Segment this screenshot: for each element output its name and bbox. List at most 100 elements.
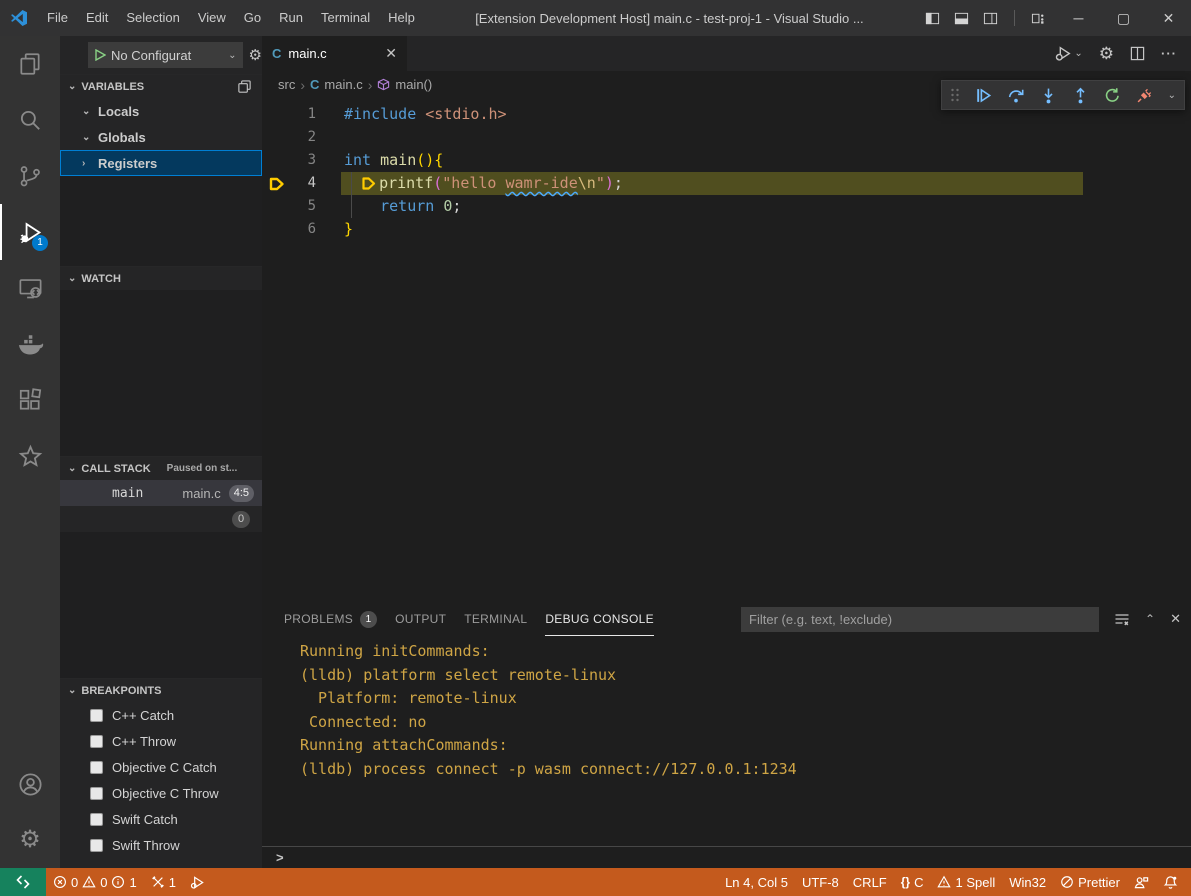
debug-status[interactable] bbox=[183, 868, 212, 896]
chevron-down-icon[interactable]: ⌄ bbox=[1168, 90, 1176, 101]
breakpoint-row[interactable]: C++ Catch bbox=[60, 702, 262, 728]
customize-layout-icon[interactable] bbox=[1031, 11, 1046, 26]
debug-console-output[interactable]: Running initCommands:(lldb) platform sel… bbox=[262, 636, 1191, 846]
panel-tab-debug-console[interactable]: DEBUG CONSOLE bbox=[545, 602, 654, 636]
maximize-button[interactable]: ▢ bbox=[1101, 0, 1146, 36]
code-editor[interactable]: 1#include <stdio.h>23int main(){4 printf… bbox=[262, 98, 1191, 602]
code-line[interactable]: 2 bbox=[262, 126, 1191, 149]
call-stack-section-header[interactable]: ⌄ CALL STACK Paused on st... bbox=[60, 456, 262, 480]
eol-indicator[interactable]: CRLF bbox=[846, 868, 894, 896]
run-or-debug-icon[interactable]: ⌄ bbox=[1055, 45, 1082, 62]
menu-item-terminal[interactable]: Terminal bbox=[312, 0, 379, 36]
code-text: printf("hello wamr-ide\n"); bbox=[341, 172, 1083, 195]
feedback-button[interactable] bbox=[1127, 868, 1156, 896]
close-tab-icon[interactable]: ✕ bbox=[385, 45, 397, 62]
variables-item-locals[interactable]: ⌄Locals bbox=[60, 98, 262, 124]
settings-button[interactable]: ⚙ bbox=[0, 812, 60, 868]
menu-item-view[interactable]: View bbox=[189, 0, 235, 36]
code-line[interactable]: 6} bbox=[262, 218, 1191, 241]
toggle-sidebar-icon[interactable] bbox=[925, 11, 940, 26]
tab-label: main.c bbox=[288, 46, 385, 61]
tools-status[interactable]: 1 bbox=[144, 868, 183, 896]
step-out-button[interactable] bbox=[1072, 87, 1089, 104]
remote-indicator[interactable] bbox=[0, 868, 46, 896]
panel-tab-terminal[interactable]: TERMINAL bbox=[464, 602, 527, 636]
code-line[interactable]: 3int main(){ bbox=[262, 149, 1191, 172]
close-panel-icon[interactable]: ✕ bbox=[1170, 611, 1181, 627]
problems-status[interactable]: 0 0 1 bbox=[46, 868, 144, 896]
step-into-button[interactable] bbox=[1040, 87, 1057, 104]
step-over-button[interactable] bbox=[1007, 87, 1025, 104]
tab-main-c[interactable]: C main.c ✕ bbox=[262, 36, 407, 71]
panel-tab-output[interactable]: OUTPUT bbox=[395, 602, 446, 636]
sidebar-item-run-debug[interactable]: 1 bbox=[0, 204, 60, 260]
status-bar-right: Ln 4, Col 5 UTF-8 CRLF {} C 1 Spell Win3… bbox=[718, 868, 1191, 896]
checkbox-unchecked[interactable] bbox=[90, 735, 103, 748]
sidebar-item-source-control[interactable] bbox=[0, 148, 60, 204]
menu-item-edit[interactable]: Edit bbox=[77, 0, 117, 36]
sidebar-item-star[interactable] bbox=[0, 428, 60, 484]
breakpoint-row[interactable]: C++ Throw bbox=[60, 728, 262, 754]
debug-console-input[interactable]: > bbox=[262, 846, 1191, 868]
variables-section-header[interactable]: ⌄ VARIABLES bbox=[60, 74, 262, 98]
menu-item-go[interactable]: Go bbox=[235, 0, 270, 36]
gutter-space bbox=[262, 218, 288, 241]
code-line[interactable]: 5 return 0; bbox=[262, 195, 1191, 218]
settings-gear-icon[interactable]: ⚙ bbox=[1099, 45, 1114, 62]
breadcrumb-symbol[interactable]: main() bbox=[395, 77, 432, 92]
launch-config-dropdown[interactable]: No Configurat ⌄ bbox=[88, 42, 243, 68]
variables-item-registers[interactable]: ›Registers bbox=[60, 150, 262, 176]
sidebar-item-docker[interactable] bbox=[0, 316, 60, 372]
checkbox-unchecked[interactable] bbox=[90, 709, 103, 722]
toggle-panel-icon[interactable] bbox=[954, 11, 969, 26]
sidebar-item-explorer[interactable] bbox=[0, 36, 60, 92]
breadcrumb-folder[interactable]: src bbox=[278, 77, 295, 92]
breakpoint-row[interactable]: Objective C Catch bbox=[60, 754, 262, 780]
stack-frame-row[interactable]: main main.c 4:5 bbox=[60, 480, 262, 506]
restart-button[interactable] bbox=[1104, 87, 1121, 104]
minimize-button[interactable]: ─ bbox=[1056, 0, 1101, 36]
close-button[interactable]: ✕ bbox=[1146, 0, 1191, 36]
clear-console-icon[interactable] bbox=[1114, 611, 1130, 627]
encoding-indicator[interactable]: UTF-8 bbox=[795, 868, 846, 896]
prettier-status[interactable]: Prettier bbox=[1053, 868, 1127, 896]
account-icon bbox=[17, 771, 44, 798]
breakpoint-row[interactable]: Swift Throw bbox=[60, 832, 262, 858]
checkbox-unchecked[interactable] bbox=[90, 813, 103, 826]
checkbox-unchecked[interactable] bbox=[90, 761, 103, 774]
watch-section-header[interactable]: ⌄ WATCH bbox=[60, 266, 262, 290]
code-token: int bbox=[344, 149, 380, 172]
maximize-panel-icon[interactable]: ⌃ bbox=[1145, 612, 1155, 626]
toolbar-drag-grip[interactable] bbox=[950, 87, 960, 103]
continue-button[interactable] bbox=[975, 87, 992, 104]
split-editor-icon[interactable] bbox=[1130, 46, 1145, 61]
sidebar-item-remote-explorer[interactable] bbox=[0, 260, 60, 316]
language-mode[interactable]: {} C bbox=[894, 868, 931, 896]
account-button[interactable] bbox=[0, 756, 60, 812]
toggle-secondary-sidebar-icon[interactable] bbox=[983, 11, 998, 26]
sidebar-item-search[interactable] bbox=[0, 92, 60, 148]
code-line[interactable]: 4 printf("hello wamr-ide\n"); bbox=[262, 172, 1191, 195]
menu-item-help[interactable]: Help bbox=[379, 0, 424, 36]
breakpoint-row[interactable]: Swift Catch bbox=[60, 806, 262, 832]
breadcrumb-file[interactable]: main.c bbox=[324, 77, 362, 92]
open-launch-json-gear-icon[interactable]: ⚙ bbox=[249, 48, 262, 63]
spell-checker-status[interactable]: 1 Spell bbox=[930, 868, 1002, 896]
more-actions-icon[interactable]: ··· bbox=[1161, 46, 1177, 61]
menu-item-run[interactable]: Run bbox=[270, 0, 312, 36]
menu-item-file[interactable]: File bbox=[38, 0, 77, 36]
menu-item-selection[interactable]: Selection bbox=[117, 0, 188, 36]
copy-icon[interactable] bbox=[237, 79, 252, 94]
variables-item-globals[interactable]: ⌄Globals bbox=[60, 124, 262, 150]
panel-tab-problems[interactable]: PROBLEMS1 bbox=[284, 602, 377, 636]
breakpoints-section-header[interactable]: ⌄ BREAKPOINTS bbox=[60, 678, 262, 702]
checkbox-unchecked[interactable] bbox=[90, 839, 103, 852]
disconnect-button[interactable] bbox=[1136, 87, 1153, 104]
notifications-button[interactable] bbox=[1156, 868, 1185, 896]
cursor-position[interactable]: Ln 4, Col 5 bbox=[718, 868, 795, 896]
sidebar-item-extensions[interactable] bbox=[0, 372, 60, 428]
console-filter-input[interactable] bbox=[741, 607, 1099, 632]
platform-indicator[interactable]: Win32 bbox=[1002, 868, 1053, 896]
breakpoint-row[interactable]: Objective C Throw bbox=[60, 780, 262, 806]
checkbox-unchecked[interactable] bbox=[90, 787, 103, 800]
